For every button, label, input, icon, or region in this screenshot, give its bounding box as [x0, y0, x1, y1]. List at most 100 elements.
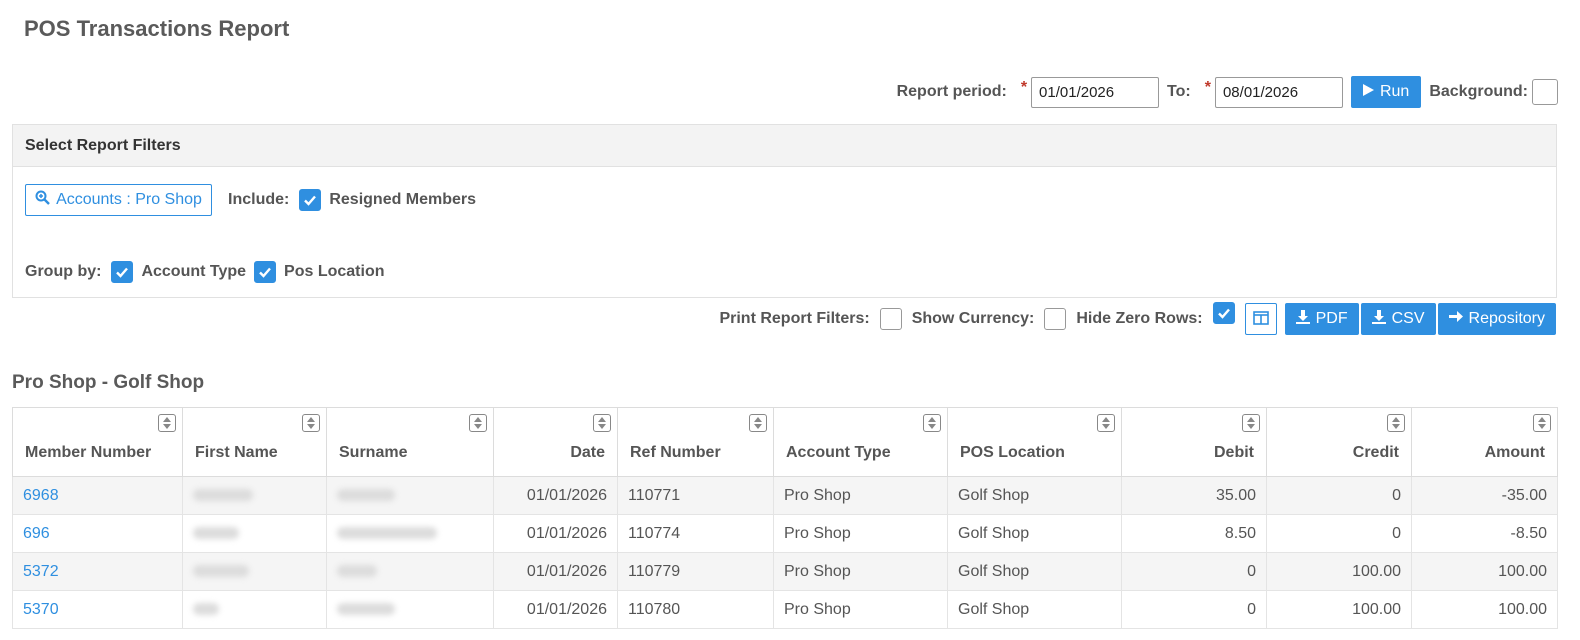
csv-button-label: CSV — [1391, 310, 1425, 327]
period-to-label: To: — [1167, 83, 1191, 100]
member-number-link[interactable]: 5372 — [12, 552, 183, 591]
pos-location-cell: Golf Shop — [947, 476, 1122, 515]
columns-toggle-button[interactable] — [1244, 303, 1277, 335]
first-name-cell — [182, 514, 327, 553]
column-header[interactable]: POS Location — [947, 407, 1122, 477]
amount-cell: -8.50 — [1411, 514, 1558, 553]
date-cell: 01/01/2026 — [493, 590, 618, 629]
sort-icon[interactable] — [1387, 414, 1405, 432]
date-cell: 01/01/2026 — [493, 476, 618, 515]
sort-icon[interactable] — [1242, 414, 1260, 432]
date-cell: 01/01/2026 — [493, 514, 618, 553]
required-marker: * — [1204, 79, 1211, 96]
sort-icon[interactable] — [469, 414, 487, 432]
account-type-cell: Pro Shop — [773, 590, 948, 629]
print-filters-checkbox[interactable] — [879, 308, 902, 330]
hide-zero-rows-checkbox[interactable] — [1212, 302, 1235, 324]
column-header[interactable]: Date — [493, 407, 618, 477]
repository-button-label: Repository — [1468, 310, 1545, 327]
download-icon — [1295, 309, 1310, 329]
column-header[interactable]: Surname — [326, 407, 494, 477]
run-button[interactable]: Run — [1350, 76, 1422, 108]
report-filters-panel: Select Report Filters Accounts : Pro Sho… — [12, 124, 1557, 298]
show-currency-checkbox[interactable] — [1044, 308, 1067, 330]
sort-icon[interactable] — [593, 414, 611, 432]
accounts-filter-button[interactable]: Accounts : Pro Shop — [25, 184, 212, 216]
page-title: POS Transactions Report — [24, 16, 290, 41]
credit-cell: 0 — [1266, 514, 1412, 553]
ref-number-cell: 110779 — [617, 552, 774, 591]
sort-icon[interactable] — [749, 414, 767, 432]
group-pos-location-checkbox[interactable] — [254, 261, 277, 283]
columns-icon — [1252, 310, 1269, 328]
sort-icon[interactable] — [302, 414, 320, 432]
group-account-type-checkbox[interactable] — [111, 261, 134, 283]
required-marker: * — [1020, 79, 1028, 96]
column-header[interactable]: Amount — [1411, 407, 1558, 477]
table-row: 5370 01/01/2026 110780 Pro Shop Golf Sho… — [12, 590, 1558, 629]
surname-cell — [326, 590, 494, 629]
column-header[interactable]: Member Number — [12, 407, 183, 477]
group-account-type-label: Account Type — [141, 263, 247, 280]
ref-number-cell: 110774 — [617, 514, 774, 553]
section-title: Pro Shop - Golf Shop — [12, 372, 205, 393]
column-header[interactable]: Account Type — [773, 407, 948, 477]
sort-icon[interactable] — [1097, 414, 1115, 432]
show-currency-label: Show Currency: — [911, 310, 1035, 327]
first-name-cell — [182, 552, 327, 591]
csv-button[interactable]: CSV — [1360, 303, 1436, 335]
background-checkbox[interactable] — [1532, 79, 1558, 105]
include-row: Include: Resigned Members — [228, 189, 476, 211]
transactions-table: Member Number First Name Surname Date Re… — [12, 407, 1558, 629]
member-number-link[interactable]: 696 — [12, 514, 183, 553]
member-number-link[interactable]: 5370 — [12, 590, 183, 629]
play-icon — [1362, 83, 1374, 101]
pdf-button[interactable]: PDF — [1284, 303, 1359, 335]
report-period-row: Report period: * To: * Run Background: — [897, 76, 1558, 108]
resigned-members-checkbox[interactable] — [299, 189, 322, 211]
arrow-right-icon — [1448, 310, 1463, 328]
account-type-cell: Pro Shop — [773, 514, 948, 553]
ref-number-cell: 110780 — [617, 590, 774, 629]
table-row: 5372 01/01/2026 110779 Pro Shop Golf Sho… — [12, 552, 1558, 591]
check-icon — [304, 195, 317, 206]
credit-cell: 100.00 — [1266, 590, 1412, 629]
period-from-input[interactable] — [1031, 76, 1160, 108]
amount-cell: 100.00 — [1411, 590, 1558, 629]
surname-cell — [326, 476, 494, 515]
first-name-cell — [182, 590, 327, 629]
column-header[interactable]: Debit — [1121, 407, 1267, 477]
accounts-filter-label: Accounts : Pro Shop — [56, 191, 202, 208]
download-icon — [1371, 309, 1386, 329]
column-header[interactable]: Ref Number — [617, 407, 774, 477]
sort-icon[interactable] — [923, 414, 941, 432]
period-to-input[interactable] — [1214, 76, 1343, 108]
report-options-row: Print Report Filters: Show Currency: Hid… — [719, 302, 1556, 335]
member-number-link[interactable]: 6968 — [12, 476, 183, 515]
run-button-label: Run — [1379, 83, 1410, 100]
group-by-row: Group by: Account Type Pos Location — [25, 261, 385, 283]
column-header[interactable]: Credit — [1266, 407, 1412, 477]
column-header[interactable]: First Name — [182, 407, 327, 477]
include-label: Include: — [228, 191, 290, 208]
resigned-members-label: Resigned Members — [329, 191, 477, 208]
first-name-cell — [182, 476, 327, 515]
hide-zero-rows-label: Hide Zero Rows: — [1076, 310, 1203, 327]
sort-icon[interactable] — [1533, 414, 1551, 432]
amount-cell: -35.00 — [1411, 476, 1558, 515]
pos-location-cell: Golf Shop — [947, 514, 1122, 553]
account-type-cell: Pro Shop — [773, 552, 948, 591]
table-row: 696 01/01/2026 110774 Pro Shop Golf Shop… — [12, 514, 1558, 553]
repository-button[interactable]: Repository — [1437, 303, 1556, 335]
sort-icon[interactable] — [158, 414, 176, 432]
table-header-row: Member Number First Name Surname Date Re… — [12, 407, 1558, 477]
credit-cell: 0 — [1266, 476, 1412, 515]
date-cell: 01/01/2026 — [493, 552, 618, 591]
table-row: 6968 01/01/2026 110771 Pro Shop Golf Sho… — [12, 476, 1558, 515]
print-filters-label: Print Report Filters: — [719, 310, 870, 327]
pos-location-cell: Golf Shop — [947, 590, 1122, 629]
surname-cell — [326, 514, 494, 553]
account-type-cell: Pro Shop — [773, 476, 948, 515]
search-plus-icon — [35, 190, 50, 210]
report-period-label: Report period: — [896, 83, 1007, 100]
